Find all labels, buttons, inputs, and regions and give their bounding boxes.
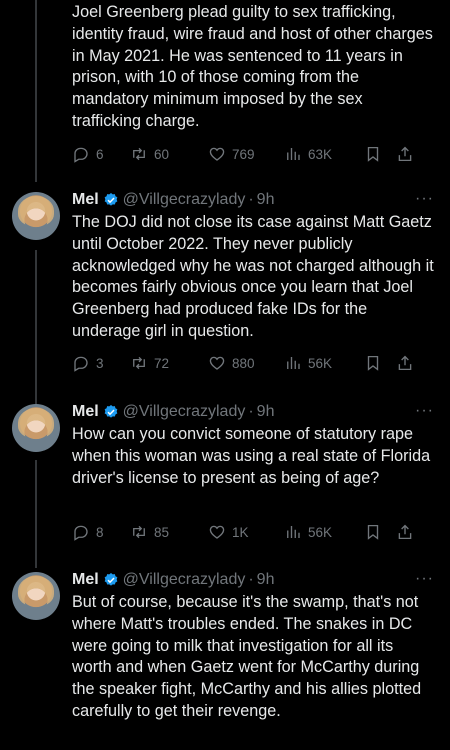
views-count: 56K <box>308 524 333 540</box>
tweet-header: Mel @Villgecrazylady · 9h ··· <box>72 190 434 210</box>
reply-button[interactable]: 8 <box>72 523 130 541</box>
views-count: 56K <box>308 355 333 371</box>
tweet-text: But of course, because it's the swamp, t… <box>72 593 422 720</box>
reply-count: 6 <box>96 146 104 162</box>
like-button[interactable]: 1K <box>208 523 284 541</box>
verified-badge-icon <box>104 405 118 418</box>
separator-dot: · <box>248 571 254 588</box>
handle[interactable]: @Villgecrazylady <box>123 571 246 589</box>
more-options-button[interactable]: ··· <box>415 190 434 208</box>
tweet[interactable]: Mel @Villgecrazylady · 9h ··· How can yo… <box>0 392 450 562</box>
retweet-icon <box>133 356 145 370</box>
bar-chart-icon <box>287 148 300 160</box>
tweet-actions: 8 85 1K 56K <box>72 522 438 542</box>
avatar[interactable] <box>12 192 60 240</box>
display-name[interactable]: Mel <box>72 191 99 209</box>
retweet-button[interactable]: 60 <box>130 145 208 163</box>
share-button[interactable] <box>396 354 420 372</box>
like-button[interactable]: 769 <box>208 145 284 163</box>
more-options-button[interactable]: ··· <box>415 402 434 420</box>
retweet-icon <box>133 147 145 161</box>
bookmark-button[interactable] <box>364 354 396 372</box>
handle[interactable]: @Villgecrazylady <box>123 191 246 209</box>
tweet[interactable]: Mel @Villgecrazylady · 9h ··· The DOJ di… <box>0 180 450 402</box>
views-button[interactable]: 63K <box>284 145 364 163</box>
like-button[interactable]: 880 <box>208 354 284 372</box>
share-button[interactable] <box>396 523 420 541</box>
tweet-actions: 3 72 880 56K <box>72 353 438 373</box>
like-count: 1K <box>232 524 249 540</box>
timestamp[interactable]: 9h <box>257 403 275 421</box>
tweet-header: Mel @Villgecrazylady · 9h ··· <box>72 570 434 590</box>
verified-badge-icon <box>104 573 118 586</box>
retweet-icon <box>133 525 145 539</box>
display-name[interactable]: Mel <box>72 571 99 589</box>
tweet-actions: 6 60 769 63K <box>72 144 438 164</box>
bookmark-icon <box>367 524 379 540</box>
bookmark-icon <box>367 355 379 371</box>
reply-icon <box>74 356 88 372</box>
reply-icon <box>74 525 88 541</box>
separator-dot: · <box>248 403 254 420</box>
reply-count: 3 <box>96 355 104 371</box>
heart-icon <box>209 147 225 161</box>
share-button[interactable] <box>396 145 420 163</box>
tweet-text: The DOJ did not close its case against M… <box>72 213 434 340</box>
share-icon <box>398 355 412 371</box>
more-options-button[interactable]: ··· <box>415 570 434 588</box>
tweet[interactable]: Joel Greenberg plead guilty to sex traff… <box>0 0 450 172</box>
reply-button[interactable]: 6 <box>72 145 130 163</box>
share-icon <box>398 524 412 540</box>
views-count: 63K <box>308 146 333 162</box>
retweet-count: 60 <box>154 146 170 162</box>
retweet-button[interactable]: 72 <box>130 354 208 372</box>
share-icon <box>398 146 412 162</box>
avatar[interactable] <box>12 572 60 620</box>
tweet-text: How can you convict someone of statutory… <box>72 425 431 487</box>
views-button[interactable]: 56K <box>284 354 364 372</box>
bar-chart-icon <box>287 526 300 538</box>
retweet-button[interactable]: 85 <box>130 523 208 541</box>
verified-badge-icon <box>104 193 118 206</box>
heart-icon <box>209 525 225 539</box>
timestamp[interactable]: 9h <box>257 191 275 209</box>
views-button[interactable]: 56K <box>284 523 364 541</box>
handle[interactable]: @Villgecrazylady <box>123 403 246 421</box>
retweet-count: 72 <box>154 355 170 371</box>
tweet[interactable]: Mel @Villgecrazylady · 9h ··· But of cou… <box>0 560 450 750</box>
retweet-count: 85 <box>154 524 170 540</box>
bar-chart-icon <box>287 357 300 369</box>
heart-icon <box>209 356 225 370</box>
bookmark-icon <box>367 146 379 162</box>
tweet-text: Joel Greenberg plead guilty to sex traff… <box>72 3 433 130</box>
tweet-header: Mel @Villgecrazylady · 9h ··· <box>72 402 434 422</box>
like-count: 769 <box>232 146 255 162</box>
separator-dot: · <box>248 191 254 208</box>
bookmark-button[interactable] <box>364 523 396 541</box>
reply-count: 8 <box>96 524 104 540</box>
reply-icon <box>74 147 88 163</box>
like-count: 880 <box>232 355 255 371</box>
reply-button[interactable]: 3 <box>72 354 130 372</box>
display-name[interactable]: Mel <box>72 403 99 421</box>
bookmark-button[interactable] <box>364 145 396 163</box>
avatar[interactable] <box>12 404 60 452</box>
timestamp[interactable]: 9h <box>257 571 275 589</box>
